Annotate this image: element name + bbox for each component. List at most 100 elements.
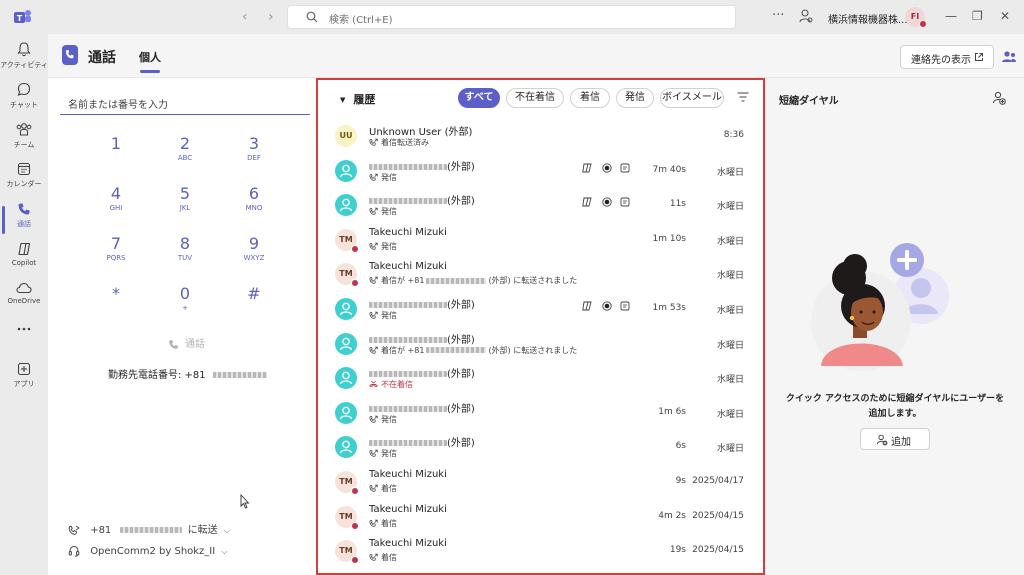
more-options-icon[interactable]: ··· — [772, 8, 784, 23]
call-detail-text: 不在着信 — [381, 380, 413, 390]
call-history-row[interactable]: (外部) 不在着信 水曜日 — [318, 362, 763, 396]
transcript-icon[interactable] — [582, 163, 592, 173]
filter-voicemail[interactable]: ボイスメール — [660, 88, 724, 108]
show-contacts-button[interactable]: 連絡先の表示 — [900, 45, 994, 69]
redacted-number — [369, 302, 447, 308]
rail-item-more[interactable] — [0, 326, 48, 366]
speed-dial-title: 短縮ダイヤル — [779, 96, 839, 107]
call-forward-setting[interactable]: +81 に転送 ⌵ — [68, 521, 230, 536]
key-3[interactable]: 3 DEF — [234, 135, 274, 164]
rail-item-calendar[interactable]: カレンダー — [0, 162, 48, 202]
minimize-button[interactable]: — — [945, 9, 957, 23]
filter-icon[interactable] — [737, 92, 749, 102]
call-history-row[interactable]: TM Takeuchi Mizuki 着信 9s 2025/04/17 — [318, 466, 763, 500]
call-history-row[interactable]: TM Takeuchi Mizuki 着信が +81 (外部) に転送されました 水曜日 — [318, 258, 763, 292]
rail-item-copilot[interactable]: Copilot — [0, 242, 48, 282]
key-7[interactable]: 7 PQRS — [96, 235, 136, 264]
add-person-icon[interactable] — [992, 91, 1006, 105]
notes-icon[interactable] — [620, 301, 630, 311]
filter-missed[interactable]: 不在着信 — [506, 88, 564, 108]
call-history-row[interactable]: (外部) 着信が +81 (外部) に転送されました 水曜日 — [318, 328, 763, 362]
forward-icon[interactable]: › — [268, 9, 274, 25]
call-history-row[interactable]: TM Takeuchi Mizuki 発信 1m 10s 水曜日 — [318, 224, 763, 258]
work-number: 勤務先電話番号: +81 — [108, 366, 267, 381]
call-detail: 不在着信 — [369, 379, 413, 390]
call-detail: 着信 — [369, 552, 397, 563]
person-icon — [339, 164, 353, 177]
call-detail: 着信転送済み — [369, 137, 429, 148]
key-letters: ABC — [177, 154, 193, 162]
avatar — [335, 298, 357, 320]
key-4[interactable]: 4 GHI — [96, 185, 136, 214]
rail-item-onedrive[interactable]: OneDrive — [0, 282, 48, 322]
rail-item-chat[interactable]: チャット — [0, 82, 48, 122]
recording-icon[interactable] — [602, 162, 612, 173]
tab-personal[interactable]: 個人 — [139, 49, 161, 65]
org-name[interactable]: 横浜情報機器株... — [828, 11, 908, 26]
restore-button[interactable]: ❐ — [972, 9, 983, 23]
call-history-row[interactable]: (外部) 発信 1m 6s 水曜日 — [318, 397, 763, 431]
call-detail-text: 着信 — [381, 553, 397, 563]
call-history-row[interactable]: UU Unknown User (外部) 着信転送済み 8:36 — [318, 120, 763, 154]
call-history-row[interactable]: (外部) 発信 7m 40s 水曜日 — [318, 155, 763, 189]
account-icon[interactable] — [799, 9, 813, 23]
avatar-initials: TM — [339, 511, 353, 521]
call-detail: 着信が +81 (外部) に転送されました — [369, 275, 577, 286]
key-9[interactable]: 9 WXYZ — [234, 235, 274, 264]
key-letters: WXYZ — [243, 254, 265, 262]
key-6[interactable]: 6 MNO — [234, 185, 274, 214]
speed-dial-add-button[interactable]: 追加 — [860, 428, 930, 450]
key-0[interactable]: 0 + — [165, 285, 205, 314]
caller-name: (外部) — [369, 365, 475, 380]
filter-all[interactable]: すべて — [458, 88, 500, 108]
dial-input-placeholder: 名前または番号を入力 — [68, 100, 168, 111]
call-history-row[interactable]: (外部) 発信 11s 水曜日 — [318, 189, 763, 223]
search-placeholder: 検索 (Ctrl+E) — [329, 15, 393, 26]
notes-icon[interactable] — [620, 197, 630, 207]
recording-icon[interactable] — [602, 301, 612, 311]
caller-name-suffix: (外部) — [447, 161, 475, 173]
caller-name-suffix: (外部) — [447, 196, 475, 208]
rail-item-teams[interactable]: チーム — [0, 122, 48, 162]
transcript-icon[interactable] — [582, 301, 592, 311]
user-avatar[interactable]: FI — [905, 7, 927, 28]
mouse-cursor-icon — [240, 494, 250, 509]
avatar: TM — [335, 505, 359, 530]
call-history-row[interactable]: TM Takeuchi Mizuki 着信 19s 2025/04/15 — [318, 535, 763, 569]
transcript-icon[interactable] — [582, 197, 592, 207]
close-button[interactable]: ✕ — [1000, 9, 1010, 23]
rail-item-activity[interactable]: アクティビティ — [0, 42, 48, 82]
caller-name-suffix: (外部) — [447, 300, 475, 311]
recording-icon[interactable] — [602, 197, 612, 207]
people-icon[interactable] — [1001, 50, 1017, 64]
back-icon[interactable]: ‹ — [242, 9, 248, 25]
call-direction-icon — [369, 207, 378, 215]
avatar-initials: TM — [339, 546, 353, 556]
avatar: TM — [335, 228, 359, 253]
key-letters: TUV — [177, 254, 193, 262]
key-star[interactable]: * — [96, 285, 136, 303]
key-5[interactable]: 5 JKL — [165, 185, 205, 214]
call-history-row[interactable]: TM Takeuchi Mizuki 着信 4m 2s 2025/04/15 — [318, 501, 763, 535]
key-digit: 2 — [179, 134, 191, 153]
key-hash[interactable]: # — [234, 285, 274, 303]
dial-input[interactable]: 名前または番号を入力 — [60, 90, 310, 115]
key-8[interactable]: 8 TUV — [165, 235, 205, 264]
history-header[interactable]: ▼ 履歴 — [340, 91, 375, 107]
presence-dot — [351, 487, 359, 495]
rail-item-apps[interactable]: アプリ — [0, 362, 48, 402]
search-box[interactable]: 検索 (Ctrl+E) — [287, 5, 736, 29]
rail-item-calls[interactable]: 通話 — [0, 202, 48, 242]
notes-icon[interactable] — [620, 163, 630, 173]
filter-outgoing[interactable]: 発信 — [616, 88, 654, 108]
call-history-row[interactable]: (外部) 発信 1m 53s 水曜日 — [318, 293, 763, 327]
presence-dot — [351, 244, 359, 253]
audio-device-setting[interactable]: OpenComm2 by Shokz_II ⌵ — [68, 545, 227, 557]
call-button[interactable]: 通話 — [168, 335, 205, 350]
chevron-down-icon: ⌵ — [221, 547, 228, 556]
filter-incoming[interactable]: 着信 — [570, 88, 610, 108]
redacted-number — [369, 336, 447, 343]
key-2[interactable]: 2 ABC — [165, 135, 205, 164]
key-1[interactable]: 1 — [96, 135, 136, 153]
call-history-row[interactable]: (外部) 発信 6s 水曜日 — [318, 431, 763, 465]
